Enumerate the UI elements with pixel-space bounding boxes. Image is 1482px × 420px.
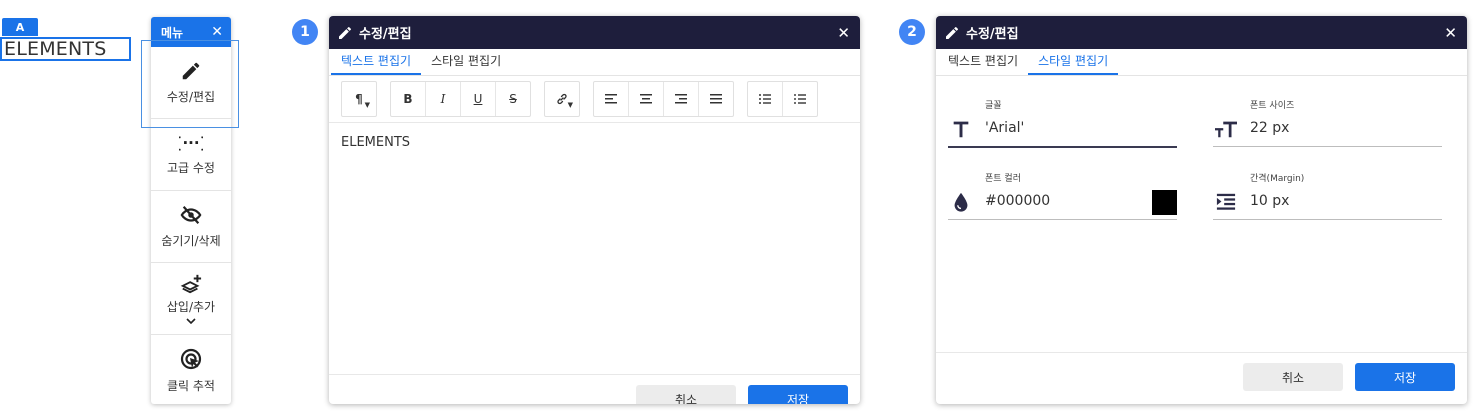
numbered-list-icon [794,94,806,104]
bullet-list-button[interactable] [748,82,782,116]
font-size-icon [1213,116,1239,142]
align-justify-icon [710,94,722,104]
underline-icon: U [473,92,483,106]
tab-text-editor[interactable]: 텍스트 편집기 [331,49,422,75]
rich-text-editor[interactable]: ELEMENTS [329,123,860,375]
link-group: ▼ [544,81,580,117]
font-color-field[interactable]: 폰트 컬러 #000000 [948,171,1177,223]
pencil-icon [946,26,959,39]
menu-item-click-tracking[interactable]: 클릭 추적 [151,335,231,406]
selected-element-text[interactable]: ELEMENTS [0,37,131,61]
align-right-icon [675,94,687,104]
tab-style-editor[interactable]: 스타일 편집기 [1028,49,1119,75]
margin-label: 간격(Margin) [1250,174,1305,184]
menu-header: 메뉴 ✕ [151,17,231,47]
strikethrough-button[interactable]: S [495,82,530,116]
margin-value: 10 px [1250,193,1290,209]
italic-icon: I [440,92,446,106]
align-center-icon [640,94,652,104]
close-icon[interactable]: ✕ [837,24,850,42]
color-swatch[interactable] [1152,190,1177,215]
font-size-value: 22 px [1250,120,1290,136]
save-button[interactable]: 저장 [1355,363,1455,391]
edit-dialog-style: 수정/편집 ✕ 텍스트 편집기 스타일 편집기 글꼴 'Arial' 폰트 사이… [936,16,1467,404]
link-icon [557,93,567,105]
close-icon[interactable]: ✕ [1444,24,1457,42]
link-button[interactable]: ▼ [545,82,579,116]
eye-off-icon [180,206,202,224]
font-size-label: 폰트 사이즈 [1250,101,1295,111]
dialog-footer: 취소 저장 [936,353,1467,401]
pencil-icon [339,26,352,39]
align-group [593,81,734,117]
dialog-title: 수정/편집 [359,27,412,42]
text-style-group: B I U S [390,81,531,117]
strikethrough-icon: S [509,92,517,106]
indent-icon [1213,189,1239,215]
element-tag-badge: A [2,18,38,36]
caret-down-icon: ▼ [567,101,573,109]
chevron-down-icon [186,318,196,324]
paragraph-icon: ¶ [355,92,363,106]
pencil-icon [182,62,200,80]
font-family-icon [948,116,974,142]
svg-text:{···}: {···} [179,134,203,152]
font-size-field[interactable]: 폰트 사이즈 22 px [1213,98,1442,150]
align-left-icon [605,94,617,104]
menu-item-hide-delete[interactable]: 숨기기/삭제 [151,191,231,263]
step-badge-2: 2 [899,19,925,45]
font-family-field[interactable]: 글꼴 'Arial' [948,98,1177,150]
cancel-button[interactable]: 취소 [1243,363,1343,391]
paragraph-group: ¶ ▼ [341,81,377,117]
tab-style-editor[interactable]: 스타일 편집기 [421,49,511,75]
code-braces-icon: {···} [179,134,203,152]
menu-item-label: 삽입/추가 [166,300,216,314]
align-left-button[interactable] [594,82,628,116]
list-group [747,81,818,117]
bold-button[interactable]: B [391,82,425,116]
dialog-title: 수정/편집 [966,27,1019,42]
menu-item-insert-add[interactable]: 삽입/추가 [151,263,231,335]
numbered-list-button[interactable] [782,82,817,116]
formatting-toolbar: ¶ ▼ B I U S ▼ [329,76,860,123]
menu-item-advanced-edit[interactable]: {···} 고급 수정 [151,119,231,191]
dialog-footer: 취소 저장 [329,375,860,404]
menu-title: 메뉴 [161,25,184,40]
align-center-button[interactable] [628,82,663,116]
menu-item-label: 숨기기/삭제 [161,234,221,248]
color-drop-icon [948,189,974,215]
italic-button[interactable]: I [425,82,460,116]
menu-item-label: 수정/편집 [166,90,216,104]
margin-field[interactable]: 간격(Margin) 10 px [1213,171,1442,223]
layers-plus-icon [180,274,202,294]
paragraph-format-button[interactable]: ¶ ▼ [342,82,376,116]
menu-close-icon[interactable]: ✕ [211,24,223,40]
cancel-button[interactable]: 취소 [636,385,736,404]
edit-dialog-text: 수정/편집 ✕ 텍스트 편집기 스타일 편집기 ¶ ▼ B I U S ▼ EL… [329,16,860,404]
context-menu: 메뉴 ✕ 수정/편집 {···} 고급 수정 숨기기/삭제 삽입/추가 [151,17,231,404]
font-color-label: 폰트 컬러 [985,174,1021,184]
align-justify-button[interactable] [698,82,733,116]
underline-button[interactable]: U [460,82,495,116]
dialog-header: 수정/편집 ✕ [329,16,860,49]
font-family-label: 글꼴 [985,101,1002,111]
menu-item-label: 클릭 추적 [167,379,215,393]
caret-down-icon: ▼ [364,101,370,109]
menu-item-label: 고급 수정 [167,161,215,175]
style-editor-panel: 글꼴 'Arial' 폰트 사이즈 22 px 폰트 컬러 #000000 간격… [936,76,1467,353]
dialog-header: 수정/편집 ✕ [936,16,1467,49]
editor-tabs: 텍스트 편집기 스타일 편집기 [936,49,1467,76]
click-target-icon [180,348,202,370]
bullet-list-icon [759,94,771,104]
font-family-value: 'Arial' [985,120,1025,136]
bold-icon: B [403,92,413,106]
editor-tabs: 텍스트 편집기 스타일 편집기 [329,49,860,76]
step-badge-1: 1 [292,19,318,45]
align-right-button[interactable] [663,82,698,116]
font-color-value: #000000 [985,193,1051,209]
save-button[interactable]: 저장 [748,385,848,404]
menu-item-edit[interactable]: 수정/편집 [151,47,231,119]
tab-text-editor[interactable]: 텍스트 편집기 [938,49,1028,75]
